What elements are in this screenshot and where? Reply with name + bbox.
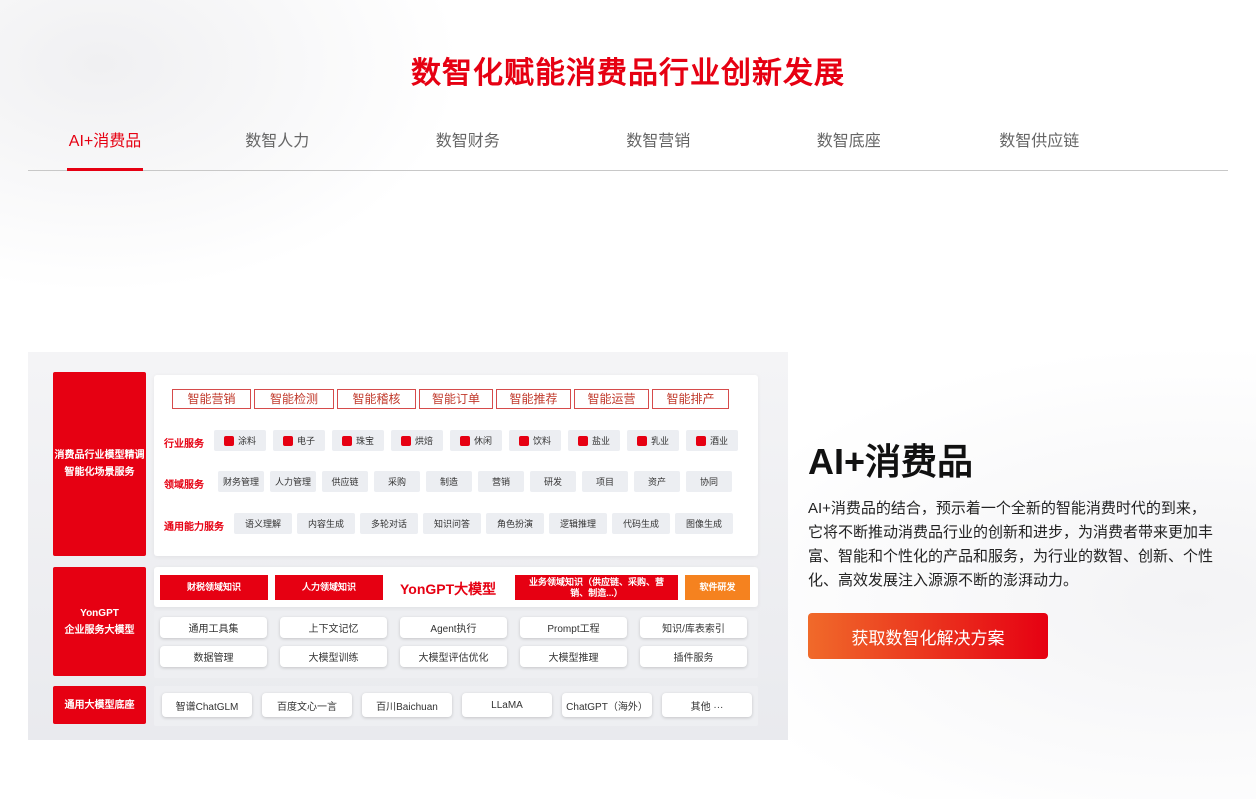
tab-digital-hr[interactable]: 数智人力	[182, 104, 373, 170]
domain-chip: 资产	[634, 471, 680, 492]
tool-chip: Agent执行	[400, 617, 507, 638]
industry-chip: 乳业	[627, 430, 679, 451]
base-model-chip: ChatGPT（海外）	[562, 693, 652, 717]
industry-chip: 盐业	[568, 430, 620, 451]
industry-chip: 休闲	[450, 430, 502, 451]
tool-chip: 数据管理	[160, 646, 267, 667]
base-model-label: 通用大模型底座	[53, 686, 146, 724]
base-model-chip: 智谱ChatGLM	[162, 693, 252, 717]
domain-chip: 采购	[374, 471, 420, 492]
industry-chip: 饮料	[509, 430, 561, 451]
capability-chip: 内容生成	[297, 513, 355, 534]
capability-chip: 知识问答	[423, 513, 481, 534]
domain-chip: 供应链	[322, 471, 368, 492]
tool-chip: 通用工具集	[160, 617, 267, 638]
hr-knowledge-chip: 人力领域知识	[275, 575, 383, 600]
tab-ai-consumer[interactable]: AI+消费品	[28, 104, 182, 170]
general-capability-label: 通用能力服务	[164, 522, 224, 533]
industry-icon	[459, 435, 470, 446]
section-description: AI+消费品的结合，预示着一个全新的智能消费时代的到来，它将不断推动消费品行业的…	[808, 500, 1214, 589]
tab-bar: AI+消费品 数智人力 数智财务 数智营销 数智底座 数智供应链	[28, 104, 1228, 171]
base-model-chip: 百度文心一言	[262, 693, 352, 717]
tool-chip: 上下文记忆	[280, 617, 387, 638]
tab-digital-base[interactable]: 数智底座	[754, 104, 945, 170]
capability-chip: 语义理解	[234, 513, 292, 534]
base-model-chip: 百川Baichuan	[362, 693, 452, 717]
tag-smart-operation: 智能运营	[574, 389, 649, 409]
domain-service-label: 领域服务	[164, 480, 204, 491]
tool-chip: 知识/库表索引	[640, 617, 747, 638]
industry-icon	[577, 435, 588, 446]
industry-icon	[400, 435, 411, 446]
tab-digital-finance[interactable]: 数智财务	[373, 104, 564, 170]
domain-chip: 制造	[426, 471, 472, 492]
tab-digital-supply-chain[interactable]: 数智供应链	[944, 104, 1135, 170]
base-model-chip: 其他 ···	[662, 693, 752, 717]
capability-chip: 多轮对话	[360, 513, 418, 534]
capability-chip: 代码生成	[612, 513, 670, 534]
tag-smart-marketing: 智能营销	[172, 389, 251, 409]
tool-chip: 大模型推理	[520, 646, 627, 667]
domain-chip: 人力管理	[270, 471, 316, 492]
business-knowledge-chip: 业务领域知识（供应链、采购、营销、制造...）	[515, 575, 678, 600]
architecture-diagram: 消费品行业模型精调 智能化场景服务 YonGPT 企业服务大模型 通用大模型底座…	[28, 352, 788, 740]
industry-icon	[695, 435, 706, 446]
tag-smart-audit: 智能稽核	[337, 389, 416, 409]
industry-chip: 酒业	[686, 430, 738, 451]
page-title: 数智化赋能消费品行业创新发展	[411, 57, 845, 90]
software-dev-chip: 软件研发	[685, 575, 750, 600]
base-model-chip: LLaMA	[462, 693, 552, 717]
industry-service-label: 行业服务	[164, 439, 204, 450]
industry-chip: 电子	[273, 430, 325, 451]
capability-chip: 角色扮演	[486, 513, 544, 534]
section-heading: AI+消费品	[808, 441, 974, 482]
industry-icon	[341, 435, 352, 446]
industry-chip: 烘焙	[391, 430, 443, 451]
domain-chip: 营销	[478, 471, 524, 492]
tag-smart-recommend: 智能推荐	[496, 389, 571, 409]
tab-digital-marketing[interactable]: 数智营销	[563, 104, 754, 170]
tools-panel: 通用工具集 上下文记忆 Agent执行 Prompt工程 知识/库表索引 数据管…	[154, 611, 758, 678]
tag-smart-order: 智能订单	[419, 389, 493, 409]
finance-knowledge-chip: 财税领域知识	[160, 575, 268, 600]
tool-chip: 大模型训练	[280, 646, 387, 667]
tool-chip: Prompt工程	[520, 617, 627, 638]
domain-chip: 协同	[686, 471, 732, 492]
industry-chip: 涂料	[214, 430, 266, 451]
tool-chip: 插件服务	[640, 646, 747, 667]
yongpt-label: YonGPT 企业服务大模型	[53, 567, 146, 676]
info-section: AI+消费品 AI+消费品的结合，预示着一个全新的智能消费时代的到来，它将不断推…	[808, 433, 1218, 593]
industry-icon	[636, 435, 647, 446]
capability-chip: 逻辑推理	[549, 513, 607, 534]
scenario-panel: 智能营销 智能检测 智能稽核 智能订单 智能推荐 智能运营 智能排产 行业服务 …	[154, 375, 758, 556]
industry-icon	[223, 435, 234, 446]
get-solution-button[interactable]: 获取数智化解决方案	[808, 613, 1048, 659]
industry-icon	[518, 435, 529, 446]
tool-chip: 大模型评估优化	[400, 646, 507, 667]
domain-chip: 财务管理	[218, 471, 264, 492]
yongpt-panel: 财税领域知识 人力领域知识 YonGPT大模型 业务领域知识（供应链、采购、营销…	[154, 567, 758, 607]
industry-icon	[282, 435, 293, 446]
tag-smart-scheduling: 智能排产	[652, 389, 729, 409]
industry-chip: 珠宝	[332, 430, 384, 451]
capability-chip: 图像生成	[675, 513, 733, 534]
base-models-panel: 智谱ChatGLM 百度文心一言 百川Baichuan LLaMA ChatGP…	[154, 686, 758, 726]
scenario-service-label: 消费品行业模型精调 智能化场景服务	[53, 372, 146, 556]
yongpt-model-title: YonGPT大模型	[400, 581, 497, 597]
domain-chip: 项目	[582, 471, 628, 492]
tag-smart-detection: 智能检测	[254, 389, 334, 409]
domain-chip: 研发	[530, 471, 576, 492]
